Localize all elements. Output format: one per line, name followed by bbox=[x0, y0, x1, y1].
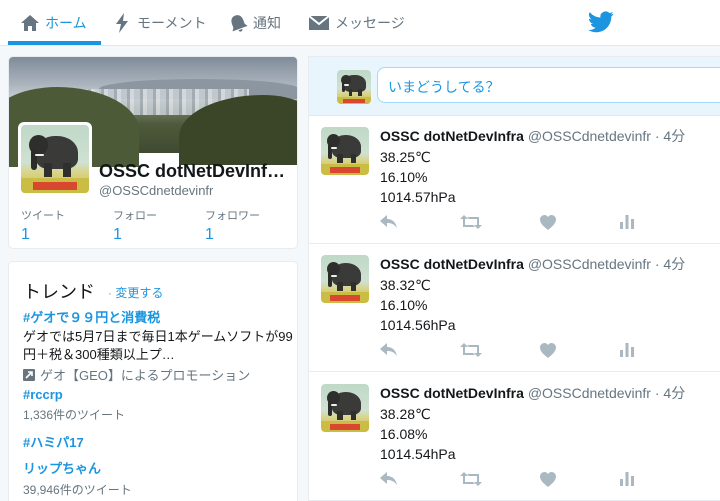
stat-following-label: フォロー bbox=[113, 210, 157, 222]
tweet-text: 38.32℃ 16.10% 1014.56hPa bbox=[380, 275, 456, 335]
tweet-author-name[interactable]: OSSC dotNetDevInfra bbox=[380, 385, 524, 401]
trend-title[interactable]: #rccrp bbox=[23, 387, 293, 402]
tweet-text: 38.25℃ 16.10% 1014.57hPa bbox=[380, 147, 456, 207]
tweet-text-line: 16.08% bbox=[380, 426, 428, 442]
stat-followers-value: 1 bbox=[205, 226, 214, 243]
tweet-actions bbox=[380, 470, 700, 488]
nav-home-label: ホーム bbox=[45, 15, 87, 31]
tweet[interactable]: OSSC dotNetDevInfra @OSSCdnetdevinfr · 4… bbox=[309, 373, 720, 501]
profile-handle[interactable]: @OSSCdnetdevinfr bbox=[99, 183, 213, 198]
trend-item[interactable]: #ハミパ17 bbox=[23, 432, 293, 451]
like-icon[interactable] bbox=[540, 470, 620, 488]
stat-tweets[interactable]: ツイート 1 bbox=[21, 207, 65, 244]
trend-tweet-count: 1,336件のツイート bbox=[23, 408, 126, 422]
retweet-icon[interactable] bbox=[460, 213, 540, 231]
tweet-compose-box: いまどうしてる？ bbox=[309, 57, 720, 116]
tweet-avatar[interactable] bbox=[321, 255, 369, 303]
trends-change-label: 変更する bbox=[115, 286, 164, 300]
tweet-actions bbox=[380, 213, 700, 231]
nav-messages-label: メッセージ bbox=[335, 15, 405, 31]
profile-avatar[interactable] bbox=[18, 122, 92, 196]
tweet-avatar[interactable] bbox=[321, 384, 369, 432]
reply-icon[interactable] bbox=[380, 470, 460, 488]
top-navigation-bar: ホーム モーメント 通知 メッセージ bbox=[0, 0, 720, 46]
reply-icon[interactable] bbox=[380, 341, 460, 359]
bell-icon bbox=[228, 13, 248, 33]
profile-card: OSSC dotNetDevInf… @OSSCdnetdevinfr ツイート… bbox=[8, 56, 298, 249]
lightning-icon bbox=[112, 13, 132, 33]
tweet-header: OSSC dotNetDevInfra @OSSCdnetdevinfr · 4… bbox=[380, 126, 685, 146]
nav-notifications[interactable]: 通知 bbox=[228, 0, 281, 46]
retweet-icon[interactable] bbox=[460, 341, 540, 359]
trend-description: ゲオでは5月7日まで毎日1本ゲームソフトが99円＋税＆300種類以上プ… bbox=[23, 329, 293, 362]
tweet-text: 38.28℃ 16.08% 1014.54hPa bbox=[380, 404, 456, 464]
trends-title: トレンド bbox=[23, 282, 95, 302]
reply-icon[interactable] bbox=[380, 213, 460, 231]
tweet[interactable]: OSSC dotNetDevInfra @OSSCdnetdevinfr · 4… bbox=[309, 244, 720, 372]
analytics-icon[interactable] bbox=[620, 213, 700, 231]
stat-following-value: 1 bbox=[113, 226, 122, 243]
analytics-icon[interactable] bbox=[620, 470, 700, 488]
trend-title[interactable]: #ハミパ17 bbox=[23, 432, 293, 451]
trend-title[interactable]: #ゲオで９９円と消費税 bbox=[23, 307, 293, 326]
tweet-text-line: 1014.57hPa bbox=[380, 189, 456, 205]
tweet-header: OSSC dotNetDevInfra @OSSCdnetdevinfr · 4… bbox=[380, 254, 685, 274]
tweet-text-line: 1014.54hPa bbox=[380, 446, 456, 462]
stat-tweets-value: 1 bbox=[21, 226, 30, 243]
trend-item[interactable]: リップちゃん 39,946件のツイート bbox=[23, 458, 293, 498]
tweet-timestamp[interactable]: · 4分 bbox=[655, 256, 685, 272]
trends-card: トレンド · 変更する #ゲオで９９円と消費税 ゲオでは5月7日まで毎日1本ゲー… bbox=[8, 261, 298, 501]
nav-messages[interactable]: メッセージ bbox=[308, 0, 405, 46]
nav-home[interactable]: ホーム bbox=[20, 0, 87, 46]
trend-title[interactable]: リップちゃん bbox=[23, 458, 293, 477]
trend-item[interactable]: #ゲオで９９円と消費税 ゲオでは5月7日まで毎日1本ゲームソフトが99円＋税＆3… bbox=[23, 307, 293, 384]
nav-notifications-label: 通知 bbox=[253, 15, 281, 31]
tweet-text-line: 16.10% bbox=[380, 297, 428, 313]
stat-following[interactable]: フォロー 1 bbox=[113, 207, 157, 244]
tweet-text-line: 1014.56hPa bbox=[380, 317, 456, 333]
tweet-timestamp[interactable]: · 4分 bbox=[655, 128, 685, 144]
analytics-icon[interactable] bbox=[620, 341, 700, 359]
trend-promotion-label: ゲオ【GEO】によるプロモーション bbox=[40, 368, 251, 383]
tweet-author-handle[interactable]: @OSSCdnetdevinfr bbox=[528, 128, 651, 144]
twitter-bird-icon[interactable] bbox=[588, 10, 614, 34]
promoted-arrow-icon bbox=[23, 368, 35, 381]
tweet[interactable]: OSSC dotNetDevInfra @OSSCdnetdevinfr · 4… bbox=[309, 116, 720, 244]
profile-name[interactable]: OSSC dotNetDevInf… bbox=[99, 161, 297, 182]
compose-avatar bbox=[337, 70, 371, 104]
tweet-text-line: 16.10% bbox=[380, 169, 428, 185]
tweet-header: OSSC dotNetDevInfra @OSSCdnetdevinfr · 4… bbox=[380, 383, 685, 403]
tweet-author-handle[interactable]: @OSSCdnetdevinfr bbox=[528, 385, 651, 401]
like-icon[interactable] bbox=[540, 341, 620, 359]
trends-change-link[interactable]: · 変更する bbox=[108, 284, 163, 301]
home-icon bbox=[20, 13, 40, 33]
tweet-author-name[interactable]: OSSC dotNetDevInfra bbox=[380, 256, 524, 272]
nav-moments[interactable]: モーメント bbox=[112, 0, 206, 46]
trend-promotion: ゲオ【GEO】によるプロモーション bbox=[23, 365, 293, 384]
tweet-text-line: 38.28℃ bbox=[380, 406, 431, 422]
tweet-text-line: 38.32℃ bbox=[380, 277, 431, 293]
tweet-author-handle[interactable]: @OSSCdnetdevinfr bbox=[528, 256, 651, 272]
timeline: いまどうしてる？ OSSC dotNetDevInfra @OSSCdnetde… bbox=[308, 56, 720, 501]
stat-tweets-label: ツイート bbox=[21, 210, 65, 222]
retweet-icon[interactable] bbox=[460, 470, 540, 488]
nav-moments-label: モーメント bbox=[137, 15, 207, 31]
envelope-icon bbox=[308, 13, 330, 33]
tweet-compose-input[interactable]: いまどうしてる？ bbox=[377, 67, 720, 103]
tweet-author-name[interactable]: OSSC dotNetDevInfra bbox=[380, 128, 524, 144]
tweet-text-line: 38.25℃ bbox=[380, 149, 431, 165]
tweet-timestamp[interactable]: · 4分 bbox=[655, 385, 685, 401]
trend-item[interactable]: #rccrp 1,336件のツイート bbox=[23, 387, 293, 423]
tweet-actions bbox=[380, 341, 700, 359]
like-icon[interactable] bbox=[540, 213, 620, 231]
stat-followers-label: フォロワー bbox=[205, 210, 260, 222]
active-tab-indicator bbox=[8, 41, 101, 45]
stat-followers[interactable]: フォロワー 1 bbox=[205, 207, 260, 244]
trend-tweet-count: 39,946件のツイート bbox=[23, 483, 132, 497]
tweet-avatar[interactable] bbox=[321, 127, 369, 175]
